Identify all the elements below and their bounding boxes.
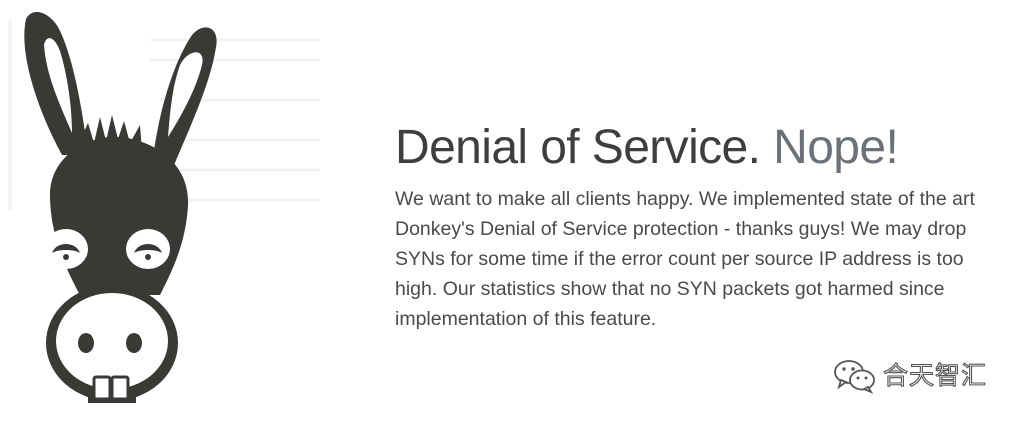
watermark-text: 合天智汇 bbox=[882, 360, 988, 390]
description-text: We want to make all clients happy. We im… bbox=[395, 188, 975, 330]
message-block: Denial of Service. Nope! We want to make… bbox=[395, 118, 1000, 334]
page-title: Denial of Service. Nope! bbox=[395, 118, 1000, 178]
wechat-icon bbox=[834, 360, 875, 394]
title-main: Denial of Service. bbox=[395, 121, 761, 174]
title-accent: Nope! bbox=[773, 121, 899, 174]
donkey-icon bbox=[24, 12, 217, 403]
error-page: Denial of Service. Nope! We want to make… bbox=[0, 0, 1016, 421]
watermark: 合天智汇 bbox=[833, 358, 987, 394]
